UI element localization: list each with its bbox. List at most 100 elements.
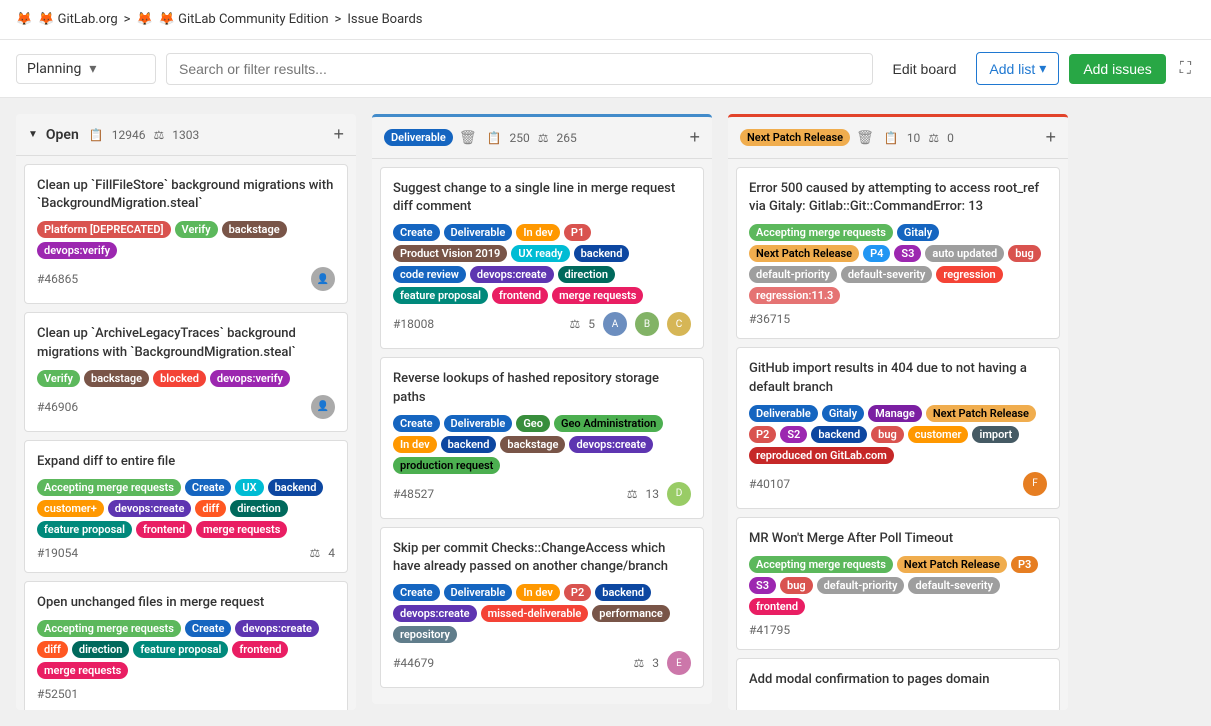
label[interactable]: Deliverable <box>444 584 513 601</box>
fullscreen-button[interactable]: ⛶ <box>1176 56 1195 82</box>
label[interactable]: Accepting merge requests <box>37 620 181 637</box>
add-issues-button[interactable]: Add issues <box>1069 54 1165 84</box>
label[interactable]: Deliverable <box>444 415 513 432</box>
label[interactable]: S3 <box>749 577 776 594</box>
label[interactable]: default-priority <box>749 266 837 283</box>
label[interactable]: Verify <box>175 221 218 238</box>
nav-gitlab-ce[interactable]: 🦊 GitLab Community Edition <box>159 12 329 27</box>
label[interactable]: direction <box>72 641 129 658</box>
label[interactable]: S3 <box>894 245 921 262</box>
label[interactable]: direction <box>558 266 615 283</box>
label[interactable]: In dev <box>516 224 560 241</box>
column-add-button[interactable]: + <box>689 127 700 148</box>
label[interactable]: backstage <box>500 436 565 453</box>
search-input[interactable] <box>166 53 873 85</box>
label[interactable]: bug <box>780 577 813 594</box>
label[interactable]: backend <box>811 426 867 443</box>
label[interactable]: feature proposal <box>133 641 228 658</box>
label[interactable]: Gitaly <box>897 224 939 241</box>
label[interactable]: Create <box>393 224 440 241</box>
label[interactable]: Create <box>393 415 440 432</box>
label[interactable]: frontend <box>136 521 192 538</box>
label[interactable]: P4 <box>863 245 890 262</box>
label[interactable]: customer+ <box>37 500 104 517</box>
board-selector[interactable]: Planning ▾ <box>16 54 156 84</box>
collapse-icon[interactable]: ▼ <box>28 129 38 140</box>
label[interactable]: backend <box>268 479 324 496</box>
label[interactable]: Product Vision 2019 <box>393 245 507 262</box>
label[interactable]: Deliverable <box>444 224 513 241</box>
label[interactable]: Next Patch Release <box>897 556 1007 573</box>
label[interactable]: regression <box>936 266 1002 283</box>
label[interactable]: backend <box>441 436 497 453</box>
label[interactable]: backstage <box>222 221 287 238</box>
label[interactable]: P2 <box>564 584 591 601</box>
label[interactable]: Accepting merge requests <box>749 224 893 241</box>
label[interactable]: regression:11.3 <box>749 287 840 304</box>
label[interactable]: feature proposal <box>37 521 132 538</box>
label[interactable]: auto updated <box>925 245 1004 262</box>
label[interactable]: direction <box>230 500 287 517</box>
label[interactable]: P1 <box>564 224 591 241</box>
label[interactable]: S2 <box>780 426 807 443</box>
label[interactable]: frontend <box>232 641 288 658</box>
label[interactable]: missed-deliverable <box>481 605 589 622</box>
label[interactable]: customer <box>908 426 969 443</box>
label[interactable]: Create <box>393 584 440 601</box>
label[interactable]: import <box>972 426 1019 443</box>
label[interactable]: Geo <box>516 415 550 432</box>
label[interactable]: Gitaly <box>822 405 864 422</box>
label[interactable]: bug <box>871 426 904 443</box>
label[interactable]: devops:verify <box>210 370 290 387</box>
label[interactable]: default-priority <box>817 577 905 594</box>
label[interactable]: frontend <box>492 287 548 304</box>
label[interactable]: UX <box>235 479 263 496</box>
label[interactable]: production request <box>393 457 500 474</box>
label[interactable]: devops:create <box>470 266 554 283</box>
label[interactable]: backend <box>595 584 651 601</box>
label[interactable]: frontend <box>749 598 805 615</box>
label[interactable]: backstage <box>84 370 149 387</box>
label[interactable]: Accepting merge requests <box>749 556 893 573</box>
label[interactable]: backend <box>574 245 630 262</box>
label[interactable]: Platform [DEPRECATED] <box>37 221 171 238</box>
label[interactable]: Next Patch Release <box>926 405 1036 422</box>
label[interactable]: devops:create <box>393 605 477 622</box>
edit-board-button[interactable]: Edit board <box>883 54 967 84</box>
label[interactable]: default-severity <box>908 577 1000 594</box>
label[interactable]: Manage <box>868 405 922 422</box>
label[interactable]: bug <box>1008 245 1041 262</box>
label[interactable]: devops:create <box>569 436 653 453</box>
label[interactable]: performance <box>592 605 670 622</box>
column-trash-button[interactable]: 🗑 <box>459 129 477 146</box>
label[interactable]: blocked <box>153 370 206 387</box>
label[interactable]: Deliverable <box>749 405 818 422</box>
label[interactable]: P3 <box>1011 556 1038 573</box>
label[interactable]: default-severity <box>841 266 933 283</box>
label[interactable]: reproduced on GitLab.com <box>749 447 894 464</box>
label[interactable]: Create <box>185 479 232 496</box>
label[interactable]: In dev <box>516 584 560 601</box>
label[interactable]: Accepting merge requests <box>37 479 181 496</box>
label[interactable]: In dev <box>393 436 437 453</box>
nav-gitlab-org[interactable]: 🦊 GitLab.org <box>38 12 117 27</box>
label[interactable]: UX ready <box>511 245 569 262</box>
label[interactable]: merge requests <box>196 521 287 538</box>
column-add-button[interactable]: + <box>333 124 344 145</box>
add-list-button[interactable]: Add list ▾ <box>976 52 1059 85</box>
label[interactable]: code review <box>393 266 466 283</box>
label[interactable]: Create <box>185 620 232 637</box>
label[interactable]: P2 <box>749 426 776 443</box>
label[interactable]: devops:create <box>235 620 319 637</box>
label[interactable]: devops:create <box>108 500 192 517</box>
label[interactable]: merge requests <box>552 287 643 304</box>
label[interactable]: feature proposal <box>393 287 488 304</box>
column-add-button[interactable]: + <box>1045 127 1056 148</box>
label[interactable]: Next Patch Release <box>749 245 859 262</box>
label[interactable]: merge requests <box>37 662 128 679</box>
label[interactable]: diff <box>195 500 226 517</box>
label[interactable]: diff <box>37 641 68 658</box>
label[interactable]: repository <box>393 626 457 643</box>
label[interactable]: devops:verify <box>37 242 117 259</box>
label[interactable]: Verify <box>37 370 80 387</box>
